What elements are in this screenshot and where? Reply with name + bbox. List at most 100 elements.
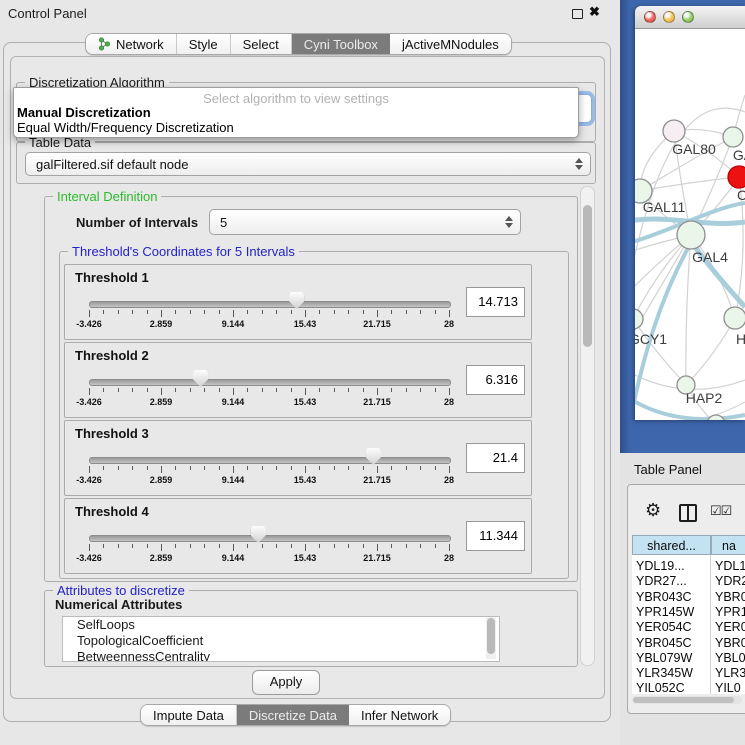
settings-scrollbar-thumb[interactable] (583, 205, 592, 347)
tab-cyni-toolbox[interactable]: Cyni Toolbox (292, 34, 390, 54)
network-canvas[interactable]: GAL80GACGAL11GAL4GCY1HHAP2 (635, 29, 745, 420)
network-node-ga[interactable] (723, 127, 743, 147)
table-cell[interactable]: YBL079W (636, 651, 714, 666)
numerical-attributes-list[interactable]: SelfLoopsTopologicalCoefficientBetweenne… (62, 616, 500, 662)
float-panel-icon[interactable] (572, 9, 583, 19)
select-columns-checkboxes-icon[interactable]: ☑☑ (710, 503, 731, 519)
tab-style[interactable]: Style (177, 34, 231, 54)
close-window-icon[interactable] (644, 11, 656, 23)
table-cell[interactable]: YBL0 (715, 651, 745, 666)
tab-select[interactable]: Select (231, 34, 292, 54)
attribute-list-item[interactable]: TopologicalCoefficient (63, 633, 499, 649)
slider-track[interactable] (89, 379, 451, 386)
network-edge[interactable] (686, 235, 691, 385)
network-node-gal4[interactable] (677, 221, 705, 249)
table-cell[interactable]: YPR1 (715, 605, 745, 620)
show-columns-icon[interactable] (679, 504, 697, 522)
network-node-c[interactable] (728, 166, 745, 188)
tick-label: -3.426 (59, 553, 119, 563)
table-hscrollbar[interactable] (632, 696, 742, 704)
network-view-window[interactable]: GAL80GACGAL11GAL4GCY1HHAP2 (635, 6, 745, 420)
tick-label: 15.43 (275, 319, 335, 329)
minor-tick (420, 388, 421, 392)
threshold-value-field[interactable]: 14.713 (466, 287, 525, 317)
minor-tick (334, 544, 335, 548)
table-cell[interactable]: YBR045C (636, 636, 714, 651)
zoom-window-icon[interactable] (682, 11, 694, 23)
table-settings-gear-icon[interactable]: ⚙ (645, 500, 661, 521)
major-tick (233, 388, 234, 395)
threshold-value-field[interactable]: 21.4 (466, 443, 525, 473)
close-panel-icon[interactable]: ✖ (589, 4, 600, 20)
threshold-value-field[interactable]: 11.344 (466, 521, 525, 551)
slider-track[interactable] (89, 535, 451, 542)
network-edge[interactable] (640, 177, 739, 191)
node-attribute-table[interactable]: shared...naYDL19...YDL1YDR27...YDR2YBR04… (632, 535, 745, 694)
slider-track[interactable] (89, 457, 451, 464)
network-node-label: GAL11 (643, 199, 686, 215)
major-tick (161, 466, 162, 473)
tick-label: 21.715 (347, 397, 407, 407)
table-data-combobox[interactable]: galFiltered.sif default node (25, 152, 591, 176)
network-edge[interactable] (635, 319, 686, 385)
minor-tick (219, 544, 220, 548)
threshold-value-field[interactable]: 6.316 (466, 365, 525, 395)
table-cell[interactable]: YBR0 (715, 636, 745, 651)
minimize-window-icon[interactable] (663, 11, 675, 23)
table-cell[interactable]: YER054C (636, 620, 714, 635)
table-cell[interactable]: YDR2 (715, 574, 745, 589)
tick-label: 9.144 (203, 319, 263, 329)
table-cell[interactable]: YDL19... (636, 559, 714, 574)
table-hscrollbar-thumb[interactable] (633, 697, 734, 703)
table-cell[interactable]: YDL1 (715, 559, 745, 574)
network-node-gcy1[interactable] (635, 309, 643, 329)
table-cell[interactable]: YLR3 (715, 666, 745, 681)
major-tick (305, 310, 306, 317)
table-cell[interactable]: YLR345W (636, 666, 714, 681)
tick-label: 21.715 (347, 475, 407, 485)
table-cell[interactable]: YBR0 (715, 590, 745, 605)
table-cell[interactable]: YIL0 (715, 681, 745, 694)
table-cell[interactable]: YDR27... (636, 574, 714, 589)
major-tick (377, 544, 378, 551)
dropdown-item-manual[interactable]: Manual Discretization (17, 105, 151, 120)
column-header-name[interactable]: na (711, 535, 745, 555)
tick-label: 28 (419, 319, 479, 329)
network-window-titlebar[interactable] (635, 6, 745, 29)
dropdown-item-equal-width[interactable]: Equal Width/Frequency Discretization (17, 120, 234, 135)
settings-scrollbar[interactable] (580, 186, 595, 666)
tick-label: 28 (419, 553, 479, 563)
minor-tick (247, 544, 248, 548)
apply-button[interactable]: Apply (252, 670, 320, 695)
table-cell[interactable]: YPR145W (636, 605, 714, 620)
network-node-gal80[interactable] (663, 120, 685, 142)
minor-tick (406, 466, 407, 470)
minor-tick (247, 310, 248, 314)
network-edge[interactable] (686, 318, 735, 385)
table-cell[interactable]: YER0 (715, 620, 745, 635)
minor-tick (175, 310, 176, 314)
tab-jactivemnodules[interactable]: jActiveMNodules (390, 34, 511, 54)
tab-discretize-data[interactable]: Discretize Data (237, 705, 349, 725)
num-intervals-combobox[interactable]: 5 (209, 209, 521, 235)
column-header-shared-name[interactable]: shared... (632, 535, 711, 555)
tab-infer-network[interactable]: Infer Network (349, 705, 450, 725)
minor-tick (435, 544, 436, 548)
minor-tick (204, 388, 205, 392)
network-edge[interactable] (635, 235, 691, 340)
tab-network[interactable]: Network (86, 34, 177, 54)
algorithm-dropdown-popup: Select algorithm to view settings Manual… (13, 87, 579, 138)
minor-tick (147, 310, 148, 314)
attribute-list-item[interactable]: SelfLoops (63, 617, 499, 633)
network-node-h[interactable] (724, 307, 745, 329)
minor-tick (363, 466, 364, 470)
attributes-scrollbar-thumb[interactable] (487, 618, 495, 654)
table-cell[interactable]: YBR043C (636, 590, 714, 605)
network-node[interactable] (707, 415, 725, 420)
tab-impute-data[interactable]: Impute Data (141, 705, 237, 725)
attribute-list-item[interactable]: BetweennessCentrality (63, 649, 499, 662)
table-cell[interactable]: YIL052C (636, 681, 714, 694)
attributes-scrollbar[interactable] (486, 617, 496, 659)
minor-tick (132, 388, 133, 392)
slider-track[interactable] (89, 301, 451, 308)
